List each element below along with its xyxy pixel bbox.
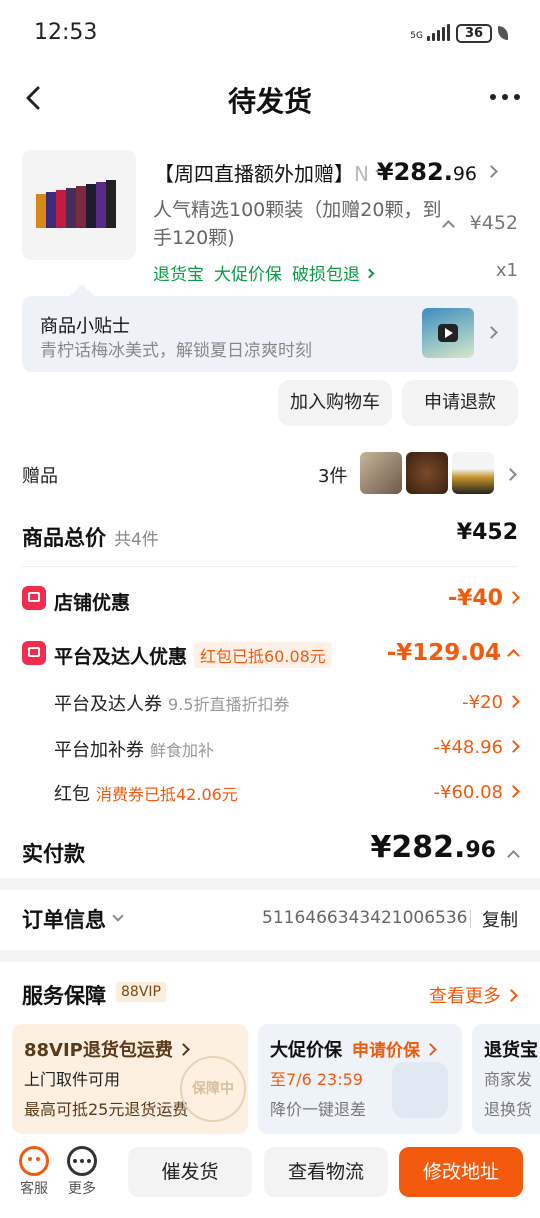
- card-title: 88VIP退货包运费: [24, 1036, 190, 1062]
- apply-price-protect[interactable]: 申请价保: [352, 1041, 420, 1061]
- see-more-link[interactable]: 查看更多: [429, 982, 518, 1008]
- chevron-up-icon[interactable]: [501, 844, 520, 863]
- section-gap: [0, 950, 540, 962]
- chevron-up-icon[interactable]: [436, 214, 455, 233]
- product-price[interactable]: ¥282.96: [376, 158, 498, 186]
- gift-image-2[interactable]: [406, 452, 448, 494]
- platform-discount-icon: [22, 641, 46, 665]
- order-number: 5116466343421006536: [262, 908, 468, 928]
- section-gap: [0, 878, 540, 890]
- add-to-cart-button[interactable]: 加入购物车: [278, 380, 392, 426]
- gift-image-1[interactable]: [360, 452, 402, 494]
- more-options-icon[interactable]: [490, 94, 520, 100]
- status-bar: 12:53 5G 36: [0, 0, 540, 68]
- gift-label: 赠品: [22, 466, 58, 487]
- nav-bar: 待发货: [0, 68, 540, 128]
- card-line1: 至7/6 23:59: [270, 1070, 363, 1089]
- tips-video-thumb[interactable]: [422, 308, 474, 358]
- product-tips[interactable]: 商品小贴士 青柠话梅冰美式，解锁夏日凉爽时刻: [22, 296, 518, 372]
- tips-pointer: [70, 284, 94, 296]
- battery-icon: 36: [456, 24, 492, 43]
- divider: [470, 910, 471, 928]
- card-line1: 上门取件可用: [24, 1070, 121, 1089]
- remind-ship-button[interactable]: 催发货: [128, 1147, 252, 1197]
- card-line1: 商家发: [484, 1070, 533, 1089]
- order-info-label[interactable]: 订单信息: [22, 904, 124, 934]
- bottom-bar: 客服 更多 催发货 查看物流 修改地址: [0, 1136, 540, 1218]
- paid-value[interactable]: ¥282.96: [370, 830, 496, 865]
- tag-price-protect: 大促价保: [214, 265, 282, 285]
- card-title: 大促价保 申请价保: [270, 1036, 437, 1062]
- discount-item-subsidy: 平台加补券 鲜食加补: [54, 740, 215, 761]
- copy-button[interactable]: 复制: [482, 906, 518, 932]
- original-price: ¥452: [469, 212, 518, 234]
- vip-badge: 88VIP: [116, 982, 166, 1002]
- service-card-88vip[interactable]: 88VIP退货包运费 上门取件可用 最高可抵25元退货运费 保障中: [12, 1024, 248, 1134]
- shop-discount-label: 店铺优惠: [54, 592, 131, 614]
- product-spec[interactable]: 人气精选100颗装（加赠20颗，到手120颗): [153, 196, 443, 252]
- signal-icon: 5G: [410, 24, 450, 41]
- goods-total-value: ¥452: [456, 520, 518, 545]
- customer-service-button[interactable]: 客服: [14, 1146, 54, 1198]
- price-tag-icon: [392, 1062, 448, 1118]
- paid-label: 实付款: [22, 842, 85, 866]
- product-quantity: x1: [495, 260, 518, 281]
- customer-service-label: 客服: [20, 1181, 48, 1197]
- status-time: 12:53: [34, 20, 98, 45]
- service-label: 服务保障: [22, 984, 106, 1008]
- product-name-text: 【周四直播额外加赠】: [154, 162, 354, 186]
- red-packet-pill: 红包已抵60.08元: [194, 642, 332, 668]
- network-type: 5G: [410, 31, 423, 41]
- more-icon: [67, 1146, 97, 1176]
- card-line2: 降价一键退差: [270, 1100, 367, 1119]
- product-name-fade: N: [354, 162, 369, 186]
- customer-service-icon: [19, 1146, 49, 1176]
- eco-leaf-icon: [498, 26, 508, 40]
- page-title: 待发货: [227, 85, 312, 118]
- shop-discount-icon: [22, 586, 46, 610]
- more-button[interactable]: 更多: [62, 1146, 102, 1198]
- modify-address-button[interactable]: 修改地址: [399, 1147, 523, 1197]
- price-int: ¥282.: [376, 158, 453, 186]
- platform-discount-value[interactable]: -¥129.04: [387, 640, 520, 666]
- goods-total-label: 商品总价 共4件: [22, 526, 159, 550]
- protection-stamp: 保障中: [180, 1056, 246, 1122]
- service-tags[interactable]: 退货宝 大促价保 破损包退: [153, 260, 375, 285]
- play-icon: [438, 324, 458, 342]
- tips-title: 商品小贴士: [40, 316, 130, 337]
- discount-item-red-packet: 红包 消费券已抵42.06元: [54, 784, 238, 805]
- card-line2: 最高可抵25元退货运费: [24, 1100, 189, 1119]
- shop-discount-value[interactable]: -¥40: [448, 586, 520, 611]
- service-card-price-protect[interactable]: 大促价保 申请价保 至7/6 23:59 降价一键退差: [258, 1024, 462, 1134]
- card-title: 退货宝: [484, 1040, 538, 1061]
- chevron-right-icon[interactable]: [500, 466, 517, 485]
- product-name[interactable]: 【周四直播额外加赠】N: [154, 158, 387, 187]
- discount-item-coupon-value[interactable]: -¥20: [462, 692, 520, 713]
- chevron-right-icon: [481, 324, 498, 343]
- gift-count: 3件: [318, 466, 348, 487]
- chevron-right-icon: [485, 164, 498, 178]
- request-refund-button[interactable]: 申请退款: [402, 380, 518, 426]
- gift-image-3[interactable]: [452, 452, 494, 494]
- discount-item-red-packet-value[interactable]: -¥60.08: [434, 782, 520, 803]
- tips-text: 青柠话梅冰美式，解锁夏日凉爽时刻: [40, 341, 312, 361]
- view-logistics-button[interactable]: 查看物流: [264, 1147, 388, 1197]
- price-dec: 96: [452, 163, 477, 185]
- service-card-return[interactable]: 退货宝 商家发 退换货: [472, 1024, 540, 1134]
- discount-item-subsidy-value[interactable]: -¥48.96: [434, 737, 520, 758]
- divider: [22, 566, 518, 567]
- more-label: 更多: [68, 1181, 96, 1197]
- card-line2: 退换货: [484, 1100, 533, 1119]
- tag-damage: 破损包退: [292, 260, 375, 285]
- platform-discount-label: 平台及达人优惠: [54, 646, 188, 668]
- tag-return: 退货宝: [153, 265, 204, 285]
- product-image[interactable]: [22, 150, 136, 260]
- discount-item-coupon: 平台及达人券 9.5折直播折扣券: [54, 694, 290, 715]
